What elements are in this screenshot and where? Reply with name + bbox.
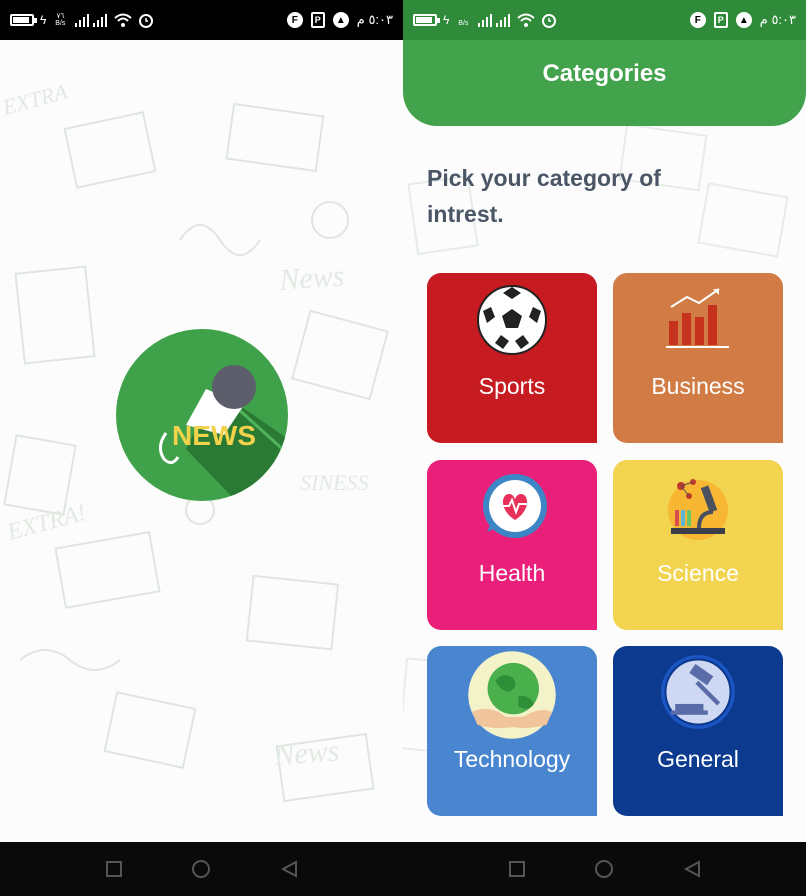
wifi-icon [114,13,133,27]
category-card-health[interactable]: Health [427,460,597,630]
network-speed: ٧٦ B/s [55,13,66,27]
microscope-icon [668,479,728,540]
category-label: Science [657,560,739,586]
category-label: Business [651,373,745,399]
battery-icon [413,14,440,26]
battery-icon [10,14,37,26]
svg-text:News: News [272,735,340,773]
svg-text:News: News [277,260,345,298]
square-icon [508,861,525,877]
clock: ٥:٠٣ م [356,12,393,27]
bar-chart-icon [666,288,729,348]
circle-icon [192,860,211,878]
category-card-science[interactable]: Science [613,460,783,630]
category-prompt: Pick your category of intrest. [427,165,661,227]
back-button[interactable] [680,857,704,881]
triangle-back-icon [281,860,298,878]
recents-button[interactable] [102,857,126,881]
page-title: Categories [542,60,667,87]
gallery-notification-icon: ▲ [332,12,349,28]
signal-icon [75,14,108,27]
gavel-icon [661,655,735,729]
status-bar: ϟ B/s F P ▲ ٥:٠٣ م [403,0,806,40]
news-app-logo: NEWS [116,329,288,501]
category-card-business[interactable]: Business [613,273,783,443]
logo-text: NEWS [172,420,256,451]
status-bar: ϟ ٧٦ B/s F P ▲ ٥:٠٣ م [0,0,403,40]
svg-text:SINESS: SINESS [300,470,368,495]
app-notification-icon: F [689,12,706,28]
category-label: Sports [478,373,546,399]
gallery-notification-icon: ▲ [735,12,752,28]
soccer-ball-icon [477,285,547,355]
signal-icon [478,14,511,27]
triangle-back-icon [684,860,701,878]
clock: ٥:٠٣ م [759,12,796,27]
back-button[interactable] [277,857,301,881]
category-label: General [657,746,739,772]
app-notification-icon: F [286,12,303,28]
square-icon [105,861,122,877]
earth-hands-icon [468,651,556,739]
svg-text:EXTRA: EXTRA [0,78,71,120]
category-card-general[interactable]: General [613,646,783,816]
category-card-technology[interactable]: Technology [427,646,597,816]
home-button[interactable] [592,857,616,881]
home-button[interactable] [189,857,213,881]
android-nav-bar [403,842,806,896]
categories-screen: ϟ B/s F P ▲ ٥:٠٣ م Categories Pick your … [403,0,806,896]
circle-icon [595,860,614,878]
alarm-icon [139,14,154,28]
android-nav-bar [0,842,403,896]
alarm-icon [542,14,557,28]
recents-button[interactable] [505,857,529,881]
category-label: Technology [453,746,571,772]
app-notification-icon: P [310,12,325,28]
heart-pulse-icon [483,474,547,538]
wifi-icon [517,13,536,27]
charging-icon: ϟ [40,13,47,27]
category-card-sports[interactable]: Sports [427,273,597,443]
category-label: Health [478,560,546,586]
app-notification-icon: P [713,12,728,28]
app-header: Categories [403,40,806,126]
charging-icon: ϟ [443,13,450,27]
network-speed: B/s [458,20,469,27]
splash-screen: ϟ ٧٦ B/s F P ▲ ٥:٠٣ م News News EXTRA EX… [0,0,403,896]
